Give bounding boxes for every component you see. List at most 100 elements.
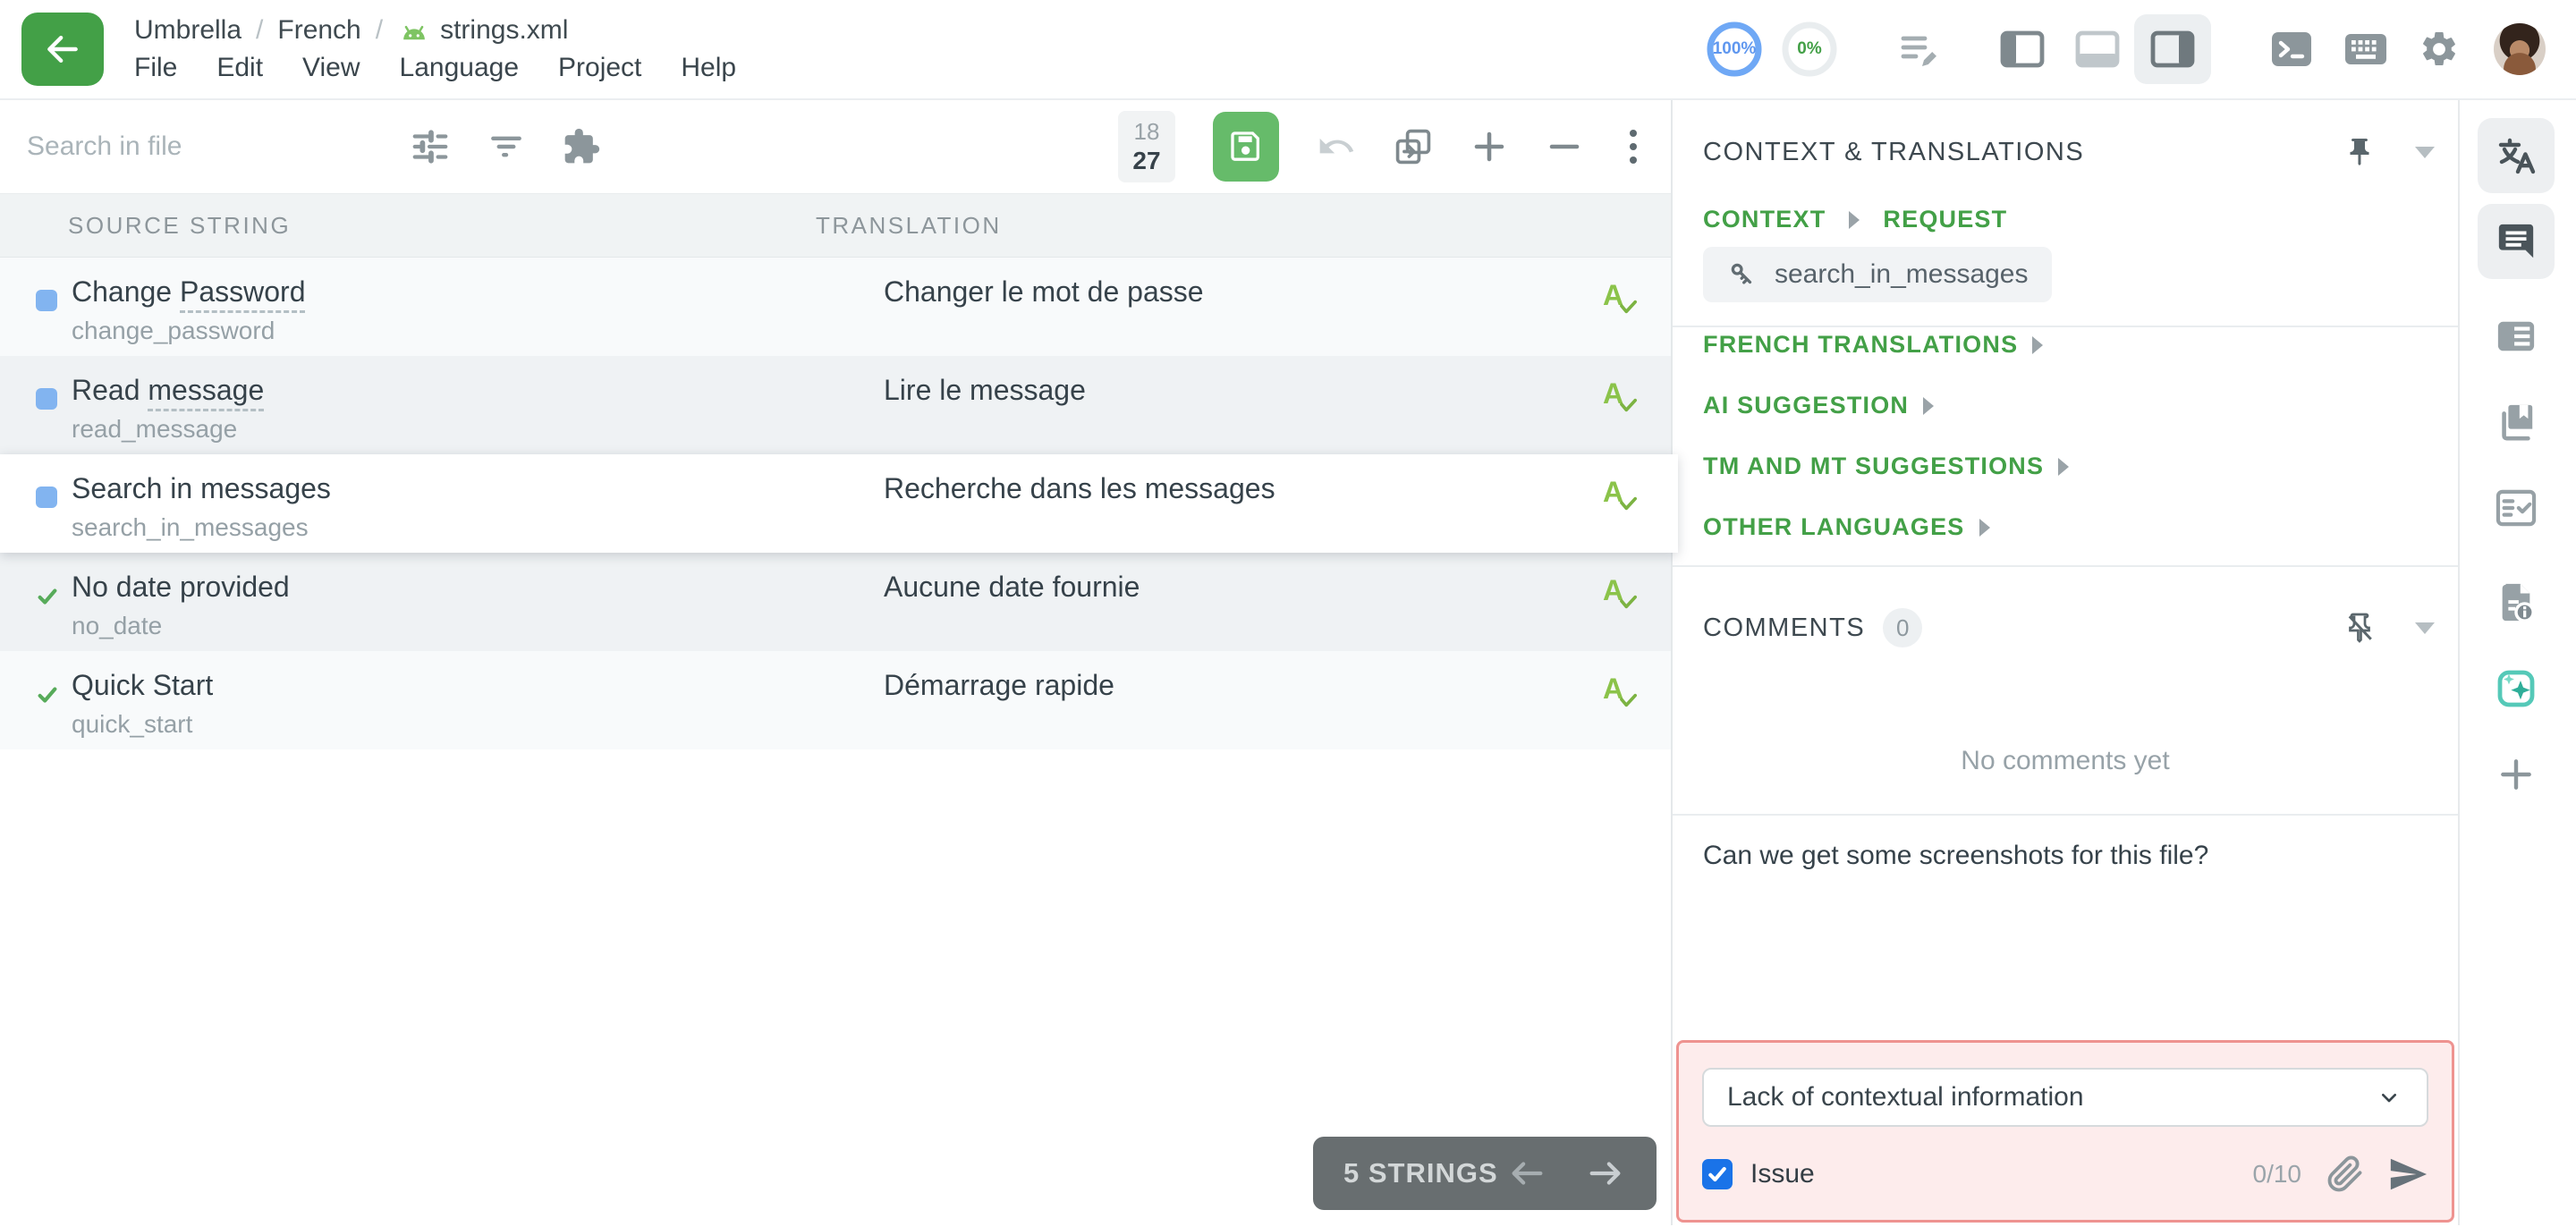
spellcheck-icon[interactable]: A — [1603, 476, 1649, 522]
more-options-icon[interactable] — [1621, 126, 1646, 167]
source-text: Search in messages — [72, 472, 331, 504]
issue-type-select[interactable]: Lack of contextual information — [1702, 1068, 2428, 1127]
pin-icon[interactable] — [2343, 136, 2376, 168]
spellcheck-icon[interactable]: A — [1603, 279, 1649, 326]
issue-type-value: Lack of contextual information — [1727, 1082, 2084, 1113]
layout-bottom-panel-icon[interactable] — [2075, 30, 2120, 68]
section-french-translations[interactable]: FRENCH TRANSLATIONS — [1703, 331, 2043, 359]
menu-view[interactable]: View — [302, 53, 360, 83]
spellcheck-icon[interactable]: A — [1603, 673, 1649, 719]
section-ai-suggestion[interactable]: AI SUGGESTION — [1703, 392, 1934, 419]
layout-right-panel-button[interactable] — [2134, 14, 2211, 84]
zoom-out-minus-icon[interactable] — [1546, 128, 1583, 165]
source-text: Quick Start — [72, 669, 213, 701]
undo-icon[interactable] — [1317, 127, 1356, 166]
unpin-icon[interactable] — [2343, 612, 2376, 644]
filter-icon[interactable] — [487, 127, 526, 166]
menu-language[interactable]: Language — [400, 53, 519, 83]
collapse-caret-icon[interactable] — [2415, 147, 2435, 158]
section-other-languages[interactable]: OTHER LANGUAGES — [1703, 513, 1990, 541]
save-floppy-icon — [1228, 129, 1264, 165]
save-button[interactable] — [1213, 112, 1279, 182]
editor-toolbar: 18 27 — [0, 100, 1671, 193]
string-key: search_in_messages — [72, 513, 309, 542]
glossary-term[interactable]: Password — [180, 275, 306, 313]
approval-progress-ring[interactable]: 0% — [1780, 20, 1839, 79]
untranslated-status-icon — [36, 388, 57, 410]
breadcrumb-project[interactable]: Umbrella — [134, 15, 242, 46]
previous-string-icon[interactable] — [1506, 1155, 1547, 1191]
next-string-icon[interactable] — [1585, 1155, 1626, 1191]
back-button[interactable] — [21, 13, 104, 86]
context-info-tab-button[interactable] — [2478, 299, 2555, 374]
string-key-value: search_in_messages — [1775, 259, 2029, 290]
keyboard-shortcuts-icon[interactable] — [2343, 32, 2388, 66]
search-input[interactable] — [25, 131, 410, 163]
filter-settings-icon[interactable] — [410, 126, 451, 167]
attach-paperclip-icon[interactable] — [2326, 1155, 2364, 1193]
table-row[interactable]: Read message read_message Lire le messag… — [0, 356, 1671, 454]
table-row[interactable]: Change Password change_password Changer … — [0, 258, 1671, 356]
table-row[interactable]: Quick Start quick_start Démarrage rapide… — [0, 651, 1671, 749]
breadcrumb-language[interactable]: French — [277, 15, 360, 46]
ai-assistant-tab-button[interactable] — [2478, 651, 2555, 726]
breadcrumb-file[interactable]: strings.xml — [397, 15, 568, 46]
column-translation: TRANSLATION — [816, 212, 1002, 240]
console-icon[interactable] — [2270, 30, 2313, 68]
ai-sparkles-icon — [2495, 667, 2538, 710]
menu-bar: File Edit View Language Project Help — [134, 53, 736, 83]
plugins-puzzle-icon[interactable] — [562, 127, 601, 166]
translation-text: Aucune date fournie — [884, 571, 1140, 604]
spellcheck-icon[interactable]: A — [1603, 377, 1649, 424]
translation-progress-ring[interactable]: 100% — [1705, 20, 1764, 79]
section-label: AI SUGGESTION — [1703, 392, 1909, 419]
comments-count-badge: 0 — [1883, 608, 1922, 647]
chevron-down-icon — [2375, 1083, 2403, 1112]
counter-top-value: 18 — [1134, 118, 1160, 146]
glossary-tab-button[interactable] — [2478, 385, 2555, 460]
menu-help[interactable]: Help — [681, 53, 736, 83]
untranslated-status-icon — [36, 290, 57, 311]
chevron-right-icon — [1923, 397, 1934, 415]
settings-gear-icon[interactable] — [2419, 29, 2460, 70]
collapse-caret-icon[interactable] — [2415, 622, 2435, 634]
menu-file[interactable]: File — [134, 53, 177, 83]
source-text: Read — [72, 374, 148, 406]
menu-edit[interactable]: Edit — [216, 53, 263, 83]
document-info-icon — [2496, 581, 2537, 624]
string-key: quick_start — [72, 710, 192, 739]
issue-checkbox-label[interactable]: Issue — [1750, 1159, 1815, 1189]
qa-checks-tab-button[interactable] — [2478, 470, 2555, 546]
tab-request[interactable]: REQUEST — [1883, 206, 2007, 233]
approved-status-icon — [36, 683, 59, 707]
divider — [1673, 326, 2458, 327]
breadcrumb-separator: / — [256, 15, 263, 46]
tab-context[interactable]: CONTEXT — [1703, 206, 1826, 233]
menu-project[interactable]: Project — [558, 53, 641, 83]
check-icon — [1707, 1164, 1728, 1185]
glossary-term[interactable]: message — [148, 374, 264, 411]
comment-input[interactable]: Can we get some screenshots for this fil… — [1703, 841, 2431, 1020]
translations-tab-button[interactable] — [2478, 118, 2555, 193]
draft-edit-icon[interactable] — [1898, 30, 1941, 69]
table-row[interactable]: No date provided no_date Aucune date fou… — [0, 553, 1671, 651]
user-avatar[interactable] — [2494, 23, 2546, 75]
breadcrumb: Umbrella / French / strings.xml — [134, 15, 736, 46]
zoom-in-plus-icon[interactable] — [1470, 128, 1508, 165]
send-icon[interactable] — [2387, 1154, 2428, 1195]
add-panel-button[interactable] — [2478, 737, 2555, 812]
table-row-selected[interactable]: Search in messages search_in_messages Re… — [0, 454, 1678, 553]
reader-card-icon — [2496, 318, 2537, 354]
comments-tab-button[interactable] — [2478, 204, 2555, 279]
spellcheck-icon[interactable]: A — [1603, 574, 1649, 621]
side-icon-strip — [2458, 100, 2572, 1225]
duplicate-icon[interactable] — [1394, 127, 1433, 166]
layout-right-panel-icon — [2150, 30, 2195, 68]
divider — [1673, 565, 2458, 567]
layout-left-panel-icon[interactable] — [2000, 30, 2045, 68]
file-info-tab-button[interactable] — [2478, 565, 2555, 640]
string-key-chip[interactable]: search_in_messages — [1703, 247, 2052, 302]
issue-checkbox[interactable] — [1702, 1159, 1733, 1189]
approval-progress-value: 0% — [1780, 20, 1839, 79]
section-tm-mt-suggestions[interactable]: TM AND MT SUGGESTIONS — [1703, 453, 2069, 480]
